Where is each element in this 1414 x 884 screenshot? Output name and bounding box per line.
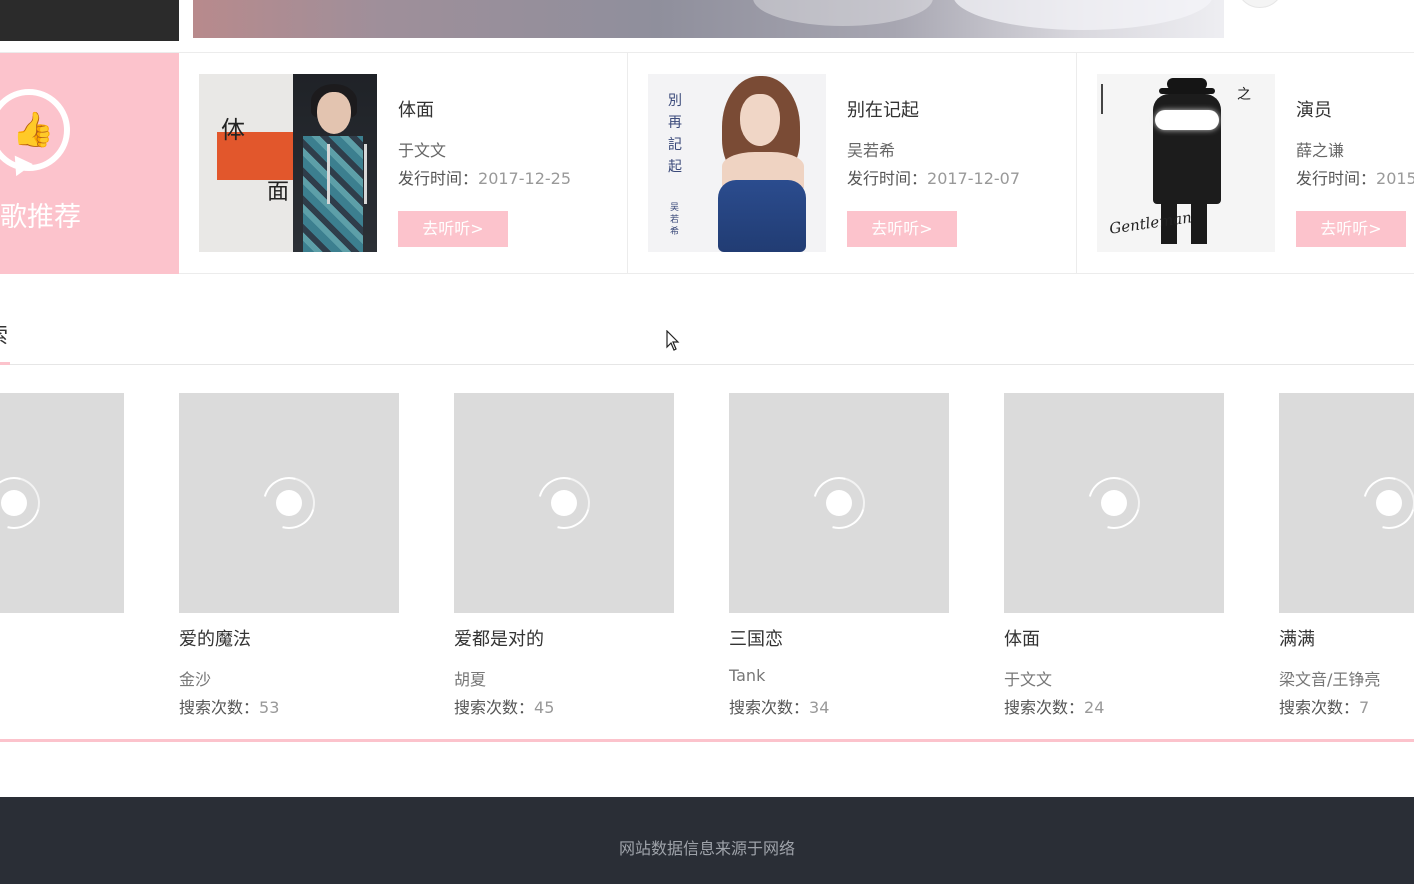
song-artist: 梁文音/王铮亮	[1279, 670, 1381, 689]
song-cover-placeholder[interactable]	[0, 393, 124, 613]
recommend-card: 別再記起 吴若希 别在记起 吴若希 发行时间：2017-12-07 去听听>	[627, 53, 1076, 274]
song-artist[interactable]: 于文文	[398, 137, 446, 161]
search-count: 搜索次数：53	[179, 694, 279, 718]
recommend-card: 体 面 体面 于文文 发行时间：2017-12-25 去听听>	[179, 53, 628, 274]
cover-mark: 之	[1237, 87, 1251, 103]
release-date-label: 发行时间：	[1296, 169, 1377, 188]
release-date-value: 2015	[1376, 169, 1414, 188]
song-card[interactable]: 5	[0, 393, 124, 613]
song-title[interactable]: 爱都是对的	[454, 625, 544, 651]
hot-search-header: 索	[0, 310, 1414, 365]
search-count-value: 53	[259, 698, 280, 717]
loading-disc-center	[1376, 490, 1402, 516]
search-count-value: 24	[1084, 698, 1105, 717]
listen-button[interactable]: 去听听>	[847, 211, 957, 247]
song-artist: 于文文	[1004, 670, 1053, 689]
song-artist[interactable]: 吴若希	[847, 137, 895, 161]
recommend-card: Gentleman 之 演员 薛之谦 发行时间：2015 去听听>	[1076, 53, 1414, 274]
cover-face	[740, 94, 780, 146]
song-artist: Tank	[729, 666, 766, 685]
song-cover-placeholder[interactable]	[729, 393, 949, 613]
mouse-cursor-icon	[666, 330, 680, 351]
song-title[interactable]: 爱的魔法	[179, 625, 251, 651]
search-count: 搜索次数：34	[729, 694, 829, 718]
recommend-section-label: 歌推荐	[0, 202, 81, 233]
cover-cloud	[1155, 110, 1219, 130]
banner-figure	[753, 0, 933, 26]
top-dark-panel	[0, 0, 179, 41]
section-title-underline	[0, 362, 10, 365]
search-count: 搜索次数：45	[454, 694, 554, 718]
song-title[interactable]: 别在记起	[847, 96, 919, 122]
album-cover[interactable]: Gentleman 之	[1097, 74, 1275, 252]
release-date-value: 2017-12-07	[927, 169, 1020, 188]
page: 👍 歌推荐 体 面 体面 于文文 发行时间：2017-12-25 去听听> 別再…	[0, 0, 1414, 884]
search-count-label: 搜索次数：	[1279, 698, 1360, 717]
carousel-nav-button[interactable]	[1236, 0, 1284, 8]
cover-text: 別再記起	[668, 93, 682, 175]
search-count-label: 搜索次数：	[179, 698, 260, 717]
listen-button[interactable]: 去听听>	[398, 211, 508, 247]
search-count: 搜索次数：7	[1279, 694, 1369, 718]
song-title[interactable]: 三国恋	[729, 625, 783, 651]
cover-text: 面	[267, 180, 290, 205]
footer: 网站数据信息来源于网络	[0, 797, 1414, 884]
song-title[interactable]: 满满	[1279, 625, 1315, 651]
cover-line	[1101, 84, 1103, 114]
cover-hat-brim	[1159, 88, 1215, 94]
loading-disc-center	[1, 490, 27, 516]
song-card[interactable]: 爱的魔法 金沙 搜索次数：53	[179, 393, 399, 717]
section-divider	[0, 739, 1414, 742]
search-count-label: 搜索次数：	[729, 698, 810, 717]
cover-text: 吴若希	[670, 203, 680, 237]
banner-image[interactable]	[193, 0, 1224, 38]
cover-face	[317, 92, 351, 134]
loading-disc-center	[551, 490, 577, 516]
banner-figure	[953, 0, 1213, 30]
song-card[interactable]: 爱都是对的 胡夏 搜索次数：45	[454, 393, 674, 717]
song-title[interactable]: 演员	[1296, 96, 1332, 122]
search-count-value: 7	[1359, 698, 1370, 717]
loading-disc-center	[276, 490, 302, 516]
search-count-label: 搜索次数：	[1004, 698, 1085, 717]
release-date: 发行时间：2015	[1296, 165, 1414, 189]
song-cover-placeholder[interactable]	[179, 393, 399, 613]
album-cover[interactable]: 別再記起 吴若希	[648, 74, 826, 252]
song-card[interactable]: 满满 梁文音/王铮亮 搜索次数：7	[1279, 393, 1414, 717]
song-title[interactable]: 体面	[1004, 625, 1040, 651]
cover-text: 体	[221, 116, 245, 144]
song-artist: 金沙	[179, 670, 212, 689]
song-card[interactable]: 体面 于文文 搜索次数：24	[1004, 393, 1224, 717]
song-artist[interactable]: 薛之谦	[1296, 137, 1344, 161]
search-count-label: 搜索次数：	[454, 698, 535, 717]
cover-leg	[1191, 200, 1207, 244]
recommend-section: 👍 歌推荐 体 面 体面 于文文 发行时间：2017-12-25 去听听> 別再…	[0, 52, 1414, 274]
footer-text: 网站数据信息来源于网络	[618, 839, 795, 858]
release-date: 发行时间：2017-12-25	[398, 165, 571, 189]
song-title[interactable]: 体面	[398, 96, 434, 122]
section-title: 索	[0, 318, 8, 350]
recommend-side-panel: 👍 歌推荐	[0, 53, 179, 274]
search-count: 搜索次数：24	[1004, 694, 1104, 718]
search-count-value: 45	[534, 698, 555, 717]
release-date-label: 发行时间：	[398, 169, 479, 188]
song-cover-placeholder[interactable]	[1279, 393, 1414, 613]
song-cover-placeholder[interactable]	[1004, 393, 1224, 613]
thumb-glyph-icon: 👍	[12, 110, 55, 150]
release-date: 发行时间：2017-12-07	[847, 165, 1020, 189]
loading-disc-center	[1101, 490, 1127, 516]
search-count-value: 34	[809, 698, 830, 717]
release-date-value: 2017-12-25	[478, 169, 571, 188]
cover-dress	[718, 180, 806, 252]
loading-disc-center	[826, 490, 852, 516]
cover-rail	[327, 144, 367, 204]
song-cover-placeholder[interactable]	[454, 393, 674, 613]
song-card[interactable]: 三国恋 Tank 搜索次数：34	[729, 393, 949, 717]
release-date-label: 发行时间：	[847, 169, 928, 188]
song-artist: 胡夏	[454, 670, 487, 689]
cover-signature: Gentleman	[1108, 208, 1193, 238]
listen-button[interactable]: 去听听>	[1296, 211, 1406, 247]
album-cover[interactable]: 体 面	[199, 74, 377, 252]
